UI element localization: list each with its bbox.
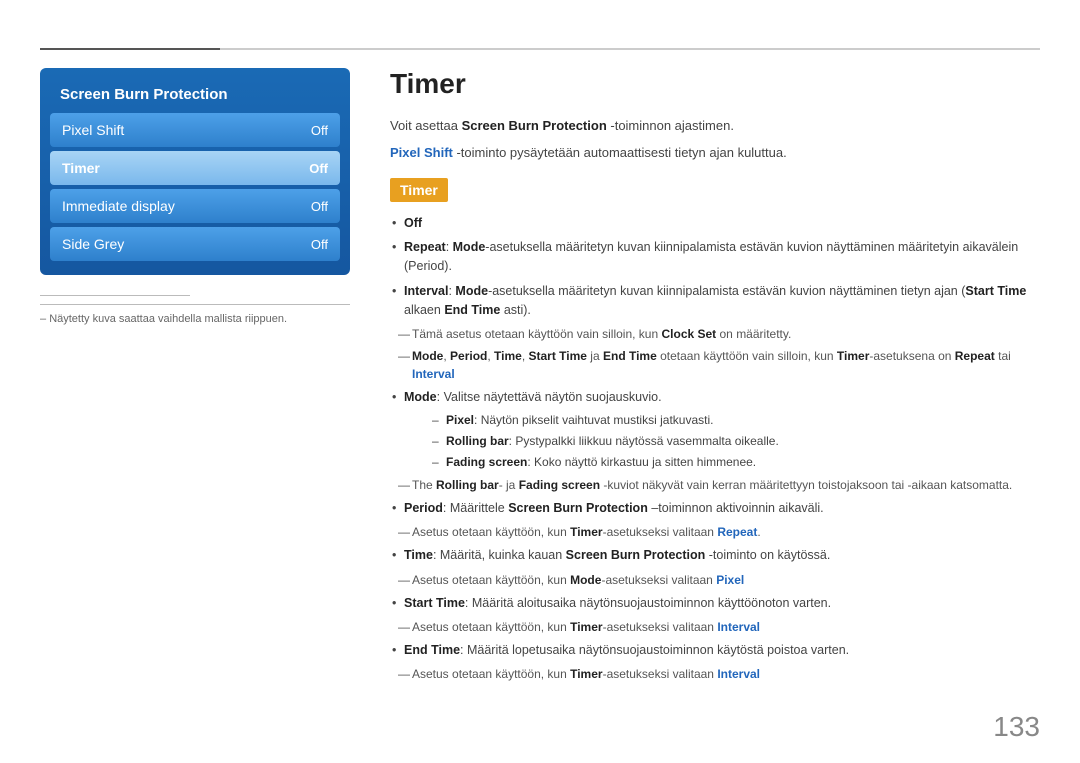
interval-bold: Interval [404, 284, 448, 298]
timer-bold-4: Timer [570, 667, 602, 681]
time-label: Time [404, 548, 433, 562]
time-note: Asetus otetaan käyttöön, kun Mode-asetuk… [390, 571, 1040, 589]
content-list-4: Time: Määritä, kuinka kauan Screen Burn … [390, 546, 1040, 565]
content-list-3: Period: Määrittele Screen Burn Protectio… [390, 499, 1040, 518]
interval-bold-4: Interval [717, 667, 760, 681]
timer-bold-1: Timer [837, 349, 869, 363]
intro-bold-1: Screen Burn Protection [462, 118, 607, 133]
end-time-label: End Time [404, 643, 460, 657]
timer-bold-3: Timer [570, 620, 602, 634]
menu-item-pixel-shift[interactable]: Pixel Shift Off [50, 113, 340, 147]
mode-bold-2: Mode [455, 284, 488, 298]
page-number: 133 [993, 711, 1040, 743]
interval-bold-3: Interval [717, 620, 760, 634]
menu-item-immediate-display[interactable]: Immediate display Off [50, 189, 340, 223]
timer-value: Off [309, 161, 328, 176]
off-bullet: Off [390, 214, 1040, 233]
menu-item-timer[interactable]: Timer Off [50, 151, 340, 185]
intro-paragraph-1: Voit asettaa Screen Burn Protection -toi… [390, 116, 1040, 137]
content-list-6: End Time: Määritä lopetusaika näytönsuoj… [390, 641, 1040, 660]
sub-note-mode-period: Mode, Period, Time, Start Time ja End Ti… [390, 347, 1040, 383]
menu-box-title: Screen Burn Protection [50, 78, 340, 113]
footnote-text: Näytetty kuva saattaa vaihdella mallista… [49, 313, 287, 325]
intro-paragraph-2: Pixel Shift -toiminto pysäytetään automa… [390, 143, 1040, 164]
mode-bold-3: Mode [570, 573, 601, 587]
repeat-bold-3: Repeat [717, 525, 757, 539]
section-header: Timer [390, 178, 448, 202]
pixel-sub: Pixel: Näytön pikselit vaihtuvat mustiks… [432, 411, 1040, 429]
side-grey-label: Side Grey [62, 236, 124, 252]
mode-bold-1: Mode [453, 240, 486, 254]
interval-bold-2: Interval [412, 367, 455, 381]
pixel-shift-value: Off [311, 123, 328, 138]
start-time-bold-1: Start Time [965, 284, 1026, 298]
end-note: Asetus otetaan käyttöön, kun Timer-asetu… [390, 665, 1040, 683]
pixel-shift-bold: Pixel Shift [390, 145, 453, 160]
repeat-bold: Repeat [404, 240, 446, 254]
rolling-bold: Rolling bar [446, 434, 509, 448]
fading-screen-bold: Fading screen [519, 478, 600, 492]
content-list-5: Start Time: Määritä aloitusaika näytönsu… [390, 594, 1040, 613]
start-time-bold-2: Start Time [529, 349, 587, 363]
menu-box: Screen Burn Protection Pixel Shift Off T… [40, 68, 350, 275]
off-label: Off [404, 216, 422, 230]
mode-sub-list: Pixel: Näytön pikselit vaihtuvat mustiks… [404, 411, 1040, 471]
rolling-bar-bold: Rolling bar [436, 478, 499, 492]
sbp-bold-3: Screen Burn Protection [566, 548, 706, 562]
end-time-bold-2: End Time [603, 349, 657, 363]
side-grey-value: Off [311, 237, 328, 252]
period-label: Period [404, 501, 443, 515]
fading-sub: Fading screen: Koko näyttö kirkastuu ja … [432, 453, 1040, 471]
end-time-bold-1: End Time [444, 303, 500, 317]
mode-period-bold: Mode [412, 349, 443, 363]
end-bullet: End Time: Määritä lopetusaika näytönsuoj… [390, 641, 1040, 660]
mode-bullet: Mode: Valitse näytettävä näytön suojausk… [390, 388, 1040, 470]
immediate-display-value: Off [311, 199, 328, 214]
top-line-dark [40, 48, 220, 50]
start-time-label: Start Time [404, 596, 465, 610]
start-note: Asetus otetaan käyttöön, kun Timer-asetu… [390, 618, 1040, 636]
menu-item-side-grey[interactable]: Side Grey Off [50, 227, 340, 261]
period-note: Asetus otetaan käyttöön, kun Timer-asetu… [390, 523, 1040, 541]
rolling-sub: Rolling bar: Pystypalkki liikkuu näytöss… [432, 432, 1040, 450]
clock-set-bold: Clock Set [661, 327, 716, 341]
sbp-bold-2: Screen Burn Protection [508, 501, 648, 515]
left-panel: Screen Burn Protection Pixel Shift Off T… [40, 68, 350, 325]
rolling-note: The Rolling bar- ja Fading screen -kuvio… [390, 476, 1040, 494]
content-list-2: Mode: Valitse näytettävä näytön suojausk… [390, 388, 1040, 470]
note-separator [40, 295, 190, 296]
right-content: Timer Voit asettaa Screen Burn Protectio… [390, 68, 1040, 687]
pixel-shift-label: Pixel Shift [62, 122, 124, 138]
repeat-bold-2: Repeat [955, 349, 995, 363]
timer-label: Timer [62, 160, 100, 176]
immediate-display-label: Immediate display [62, 198, 175, 214]
footnote-dash: – [40, 313, 49, 325]
sub-note-clock: Tämä asetus otetaan käyttöön vain silloi… [390, 325, 1040, 343]
timer-bold-2: Timer [570, 525, 602, 539]
time-bold: Time [494, 349, 522, 363]
mode-label: Mode [404, 390, 437, 404]
start-bullet: Start Time: Määritä aloitusaika näytönsu… [390, 594, 1040, 613]
repeat-bullet: Repeat: Mode-asetuksella määritetyn kuva… [390, 238, 1040, 277]
time-bullet: Time: Määritä, kuinka kauan Screen Burn … [390, 546, 1040, 565]
page-title: Timer [390, 68, 1040, 100]
pixel-bold: Pixel [446, 413, 474, 427]
period-bullet: Period: Määrittele Screen Burn Protectio… [390, 499, 1040, 518]
interval-bullet: Interval: Mode-asetuksella määritetyn ku… [390, 282, 1040, 321]
pixel-bold-2: Pixel [716, 573, 744, 587]
fading-bold: Fading screen [446, 455, 527, 469]
content-list: Off Repeat: Mode-asetuksella määritetyn … [390, 214, 1040, 321]
left-footnote: – Näytetty kuva saattaa vaihdella mallis… [40, 304, 350, 325]
period-bold: Period [450, 349, 487, 363]
